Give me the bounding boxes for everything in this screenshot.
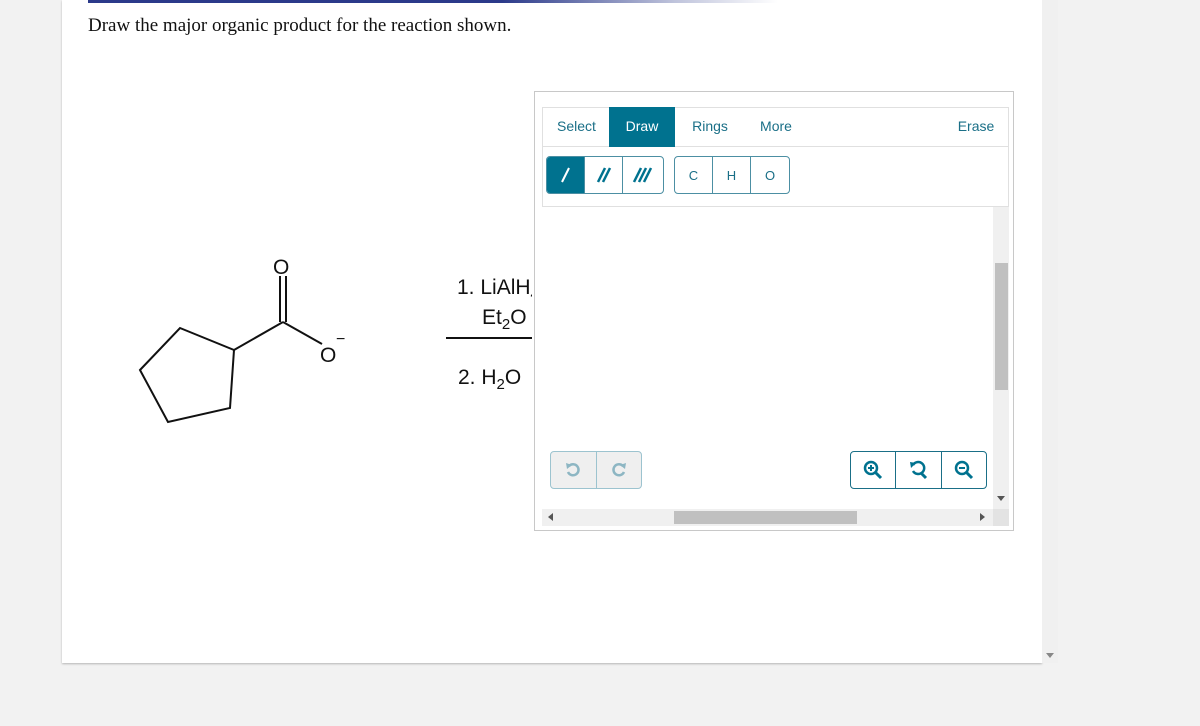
tab-select[interactable]: Select (549, 107, 604, 147)
single-bond-button[interactable] (547, 157, 585, 193)
zoom-out-icon (954, 460, 973, 480)
bond-tool-group (546, 156, 664, 194)
editor-toolbar: C H O (542, 147, 1009, 207)
canvas-vertical-scrollbar[interactable] (993, 207, 1009, 509)
redo-icon (611, 463, 626, 477)
tab-draw[interactable]: Draw (609, 107, 675, 147)
zoom-in-button[interactable] (851, 452, 897, 488)
undo-icon (566, 463, 581, 477)
horizontal-scroll-thumb[interactable] (674, 511, 857, 524)
single-bond-icon (560, 167, 570, 183)
double-bond-button[interactable] (585, 157, 623, 193)
double-bond-icon (596, 167, 611, 183)
cyclopentane-ring (138, 326, 236, 424)
reaction-svg: O O − 1. LiAlH4, Et2O 2. H2O (138, 256, 562, 424)
undo-button[interactable] (551, 452, 597, 488)
reaction-scheme: O O − 1. LiAlH4, Et2O 2. H2O (132, 240, 578, 440)
scrollbar-corner (993, 509, 1009, 526)
history-group (550, 451, 642, 489)
zoom-in-icon (863, 460, 883, 480)
drawing-canvas[interactable] (542, 207, 993, 509)
zoom-out-button[interactable] (942, 452, 986, 488)
condition-step2: 2. H2O (458, 366, 521, 393)
bond-ring-carbonyl (233, 321, 284, 351)
page-scroll-down-arrow-icon[interactable] (1046, 653, 1054, 658)
atom-o-button[interactable]: O (751, 157, 789, 193)
zoom-controls (850, 451, 987, 489)
condition-step1: 1. LiAlH4, (457, 276, 532, 303)
erase-button[interactable]: Erase (951, 107, 1001, 147)
scroll-left-arrow-icon[interactable] (548, 513, 553, 521)
condition-solvent: Et2O (482, 306, 527, 333)
question-prompt: Draw the major organic product for the r… (88, 15, 512, 36)
atom-c-button[interactable]: C (675, 157, 713, 193)
editor-tabs: Select Draw Rings More Erase (542, 107, 1009, 147)
scroll-right-arrow-icon[interactable] (980, 513, 985, 521)
atom-h-button[interactable]: H (713, 157, 751, 193)
redo-button[interactable] (597, 452, 642, 488)
top-progress-bar (88, 0, 778, 3)
tab-more[interactable]: More (749, 107, 803, 147)
canvas-horizontal-scrollbar[interactable] (542, 509, 993, 526)
negative-charge: − (336, 331, 345, 348)
anion-oxygen: O (320, 344, 336, 367)
atom-tool-group: C H O (674, 156, 790, 194)
carbonyl-oxygen: O (273, 256, 289, 279)
molecule-editor: Select Draw Rings More Erase C H O (534, 91, 1014, 531)
vertical-scroll-thumb[interactable] (995, 263, 1008, 390)
tab-rings[interactable]: Rings (683, 107, 737, 147)
reset-zoom-button[interactable] (896, 452, 942, 488)
page-vertical-scrollbar[interactable] (1042, 0, 1058, 663)
triple-bond-icon (632, 167, 653, 183)
bond-carbonyl-anion (282, 321, 323, 345)
question-card: Draw the major organic product for the r… (62, 0, 1042, 663)
triple-bond-button[interactable] (623, 157, 661, 193)
reset-zoom-icon (910, 460, 928, 480)
scroll-down-arrow-icon[interactable] (997, 496, 1005, 501)
